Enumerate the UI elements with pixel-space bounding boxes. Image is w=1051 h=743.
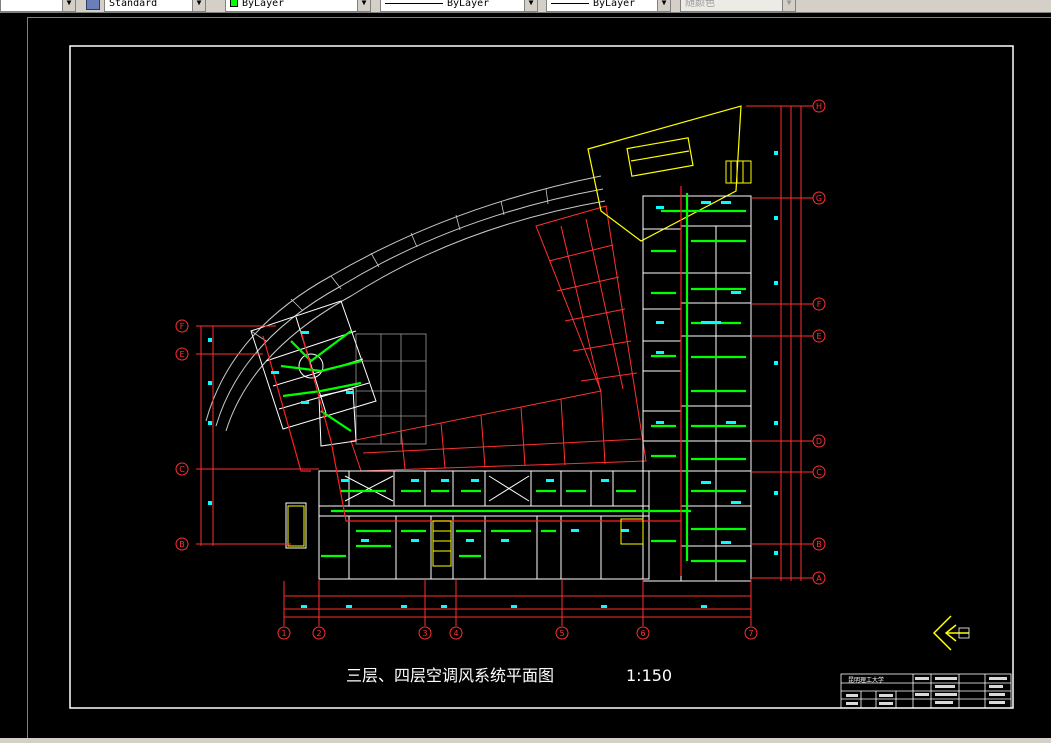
- linetype-value: ByLayer: [447, 0, 490, 9]
- axis-label-bottom: 6: [640, 629, 645, 638]
- color-value: ByLayer: [242, 0, 285, 9]
- chevron-down-icon[interactable]: ▼: [192, 0, 205, 11]
- status-bar: [0, 738, 1051, 743]
- drawing-canvas[interactable]: H G F E D C B A F E C B 1 2 3 4 5 6 7 三层…: [27, 17, 1051, 738]
- drawing-title: 三层、四层空调风系统平面图: [346, 666, 554, 685]
- axis-label-right: E: [816, 332, 821, 341]
- axis-label-right: G: [816, 194, 822, 203]
- plot-style-value: 随颜色: [685, 0, 715, 9]
- chevron-down-icon[interactable]: ▼: [657, 0, 670, 11]
- axis-label-right: H: [816, 102, 822, 111]
- lineweight-combo[interactable]: ByLayer ▼: [546, 0, 671, 12]
- right-wing-rooms: [642, 195, 752, 582]
- color-swatch: [230, 0, 238, 7]
- text-style-value: Standard: [109, 0, 158, 9]
- north-arrow-icon: [932, 615, 970, 651]
- chevron-down-icon: ▼: [782, 0, 795, 11]
- linetype-preview: [385, 2, 443, 4]
- color-combo[interactable]: ByLayer ▼: [225, 0, 371, 12]
- layer-combo[interactable]: ▼: [0, 0, 76, 12]
- lineweight-value: ByLayer: [593, 0, 636, 9]
- axis-label-bottom: 7: [748, 629, 753, 638]
- floor-plan-drawing: H G F E D C B A F E C B 1 2 3 4 5 6 7 三层…: [69, 45, 1014, 709]
- roof-outline: [587, 105, 742, 242]
- chevron-down-icon[interactable]: ▼: [62, 0, 75, 11]
- axis-label-right: B: [816, 540, 822, 549]
- text-style-icon[interactable]: [86, 0, 100, 10]
- axis-label-bottom: 4: [453, 629, 458, 638]
- structural-grid: [355, 333, 427, 445]
- axis-label-left: E: [179, 350, 184, 359]
- axis-bubbles: [175, 99, 826, 640]
- chevron-down-icon[interactable]: ▼: [524, 0, 537, 11]
- drawing-scale: 1:150: [626, 666, 672, 685]
- curved-facade: [205, 175, 606, 432]
- plot-style-combo: 随颜色 ▼: [680, 0, 796, 12]
- axis-label-left: B: [179, 540, 185, 549]
- axis-label-bottom: 3: [422, 629, 427, 638]
- axis-label-right: D: [816, 437, 822, 446]
- axis-label-left: F: [180, 322, 185, 331]
- axis-label-right: A: [816, 574, 822, 583]
- axis-label-bottom: 2: [316, 629, 321, 638]
- axis-label-bottom: 5: [559, 629, 564, 638]
- linetype-combo[interactable]: ByLayer ▼: [380, 0, 538, 12]
- chevron-down-icon[interactable]: ▼: [357, 0, 370, 11]
- axis-label-right: C: [816, 468, 822, 477]
- axis-label-left: C: [179, 465, 185, 474]
- atrium-grid: [350, 205, 647, 472]
- text-style-combo[interactable]: Standard ▼: [104, 0, 206, 12]
- axis-label-bottom: 1: [281, 629, 286, 638]
- supply-lines: [262, 186, 682, 576]
- title-block-institution: 昆明理工大学: [848, 676, 884, 684]
- properties-toolbar: ▼ Standard ▼ ByLayer ▼ ByLayer ▼ ByLayer…: [0, 0, 1051, 13]
- lineweight-preview: [551, 2, 589, 4]
- facade-ribs: [250, 188, 549, 342]
- axis-label-right: F: [817, 300, 822, 309]
- bottom-wing-rooms: [318, 470, 650, 580]
